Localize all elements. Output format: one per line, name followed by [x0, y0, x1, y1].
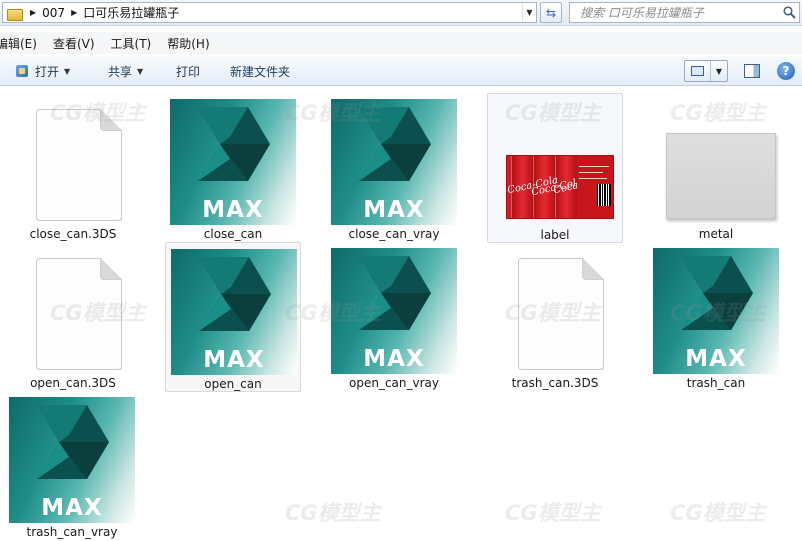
- refresh-icon: ⇆: [545, 5, 557, 20]
- help-icon[interactable]: ?: [777, 62, 795, 80]
- 3dsmax-icon: MAX: [653, 248, 779, 374]
- file-name: trash_can_vray: [26, 525, 118, 539]
- file-name: trash_can: [686, 376, 746, 390]
- watermark: CG模型主: [670, 501, 766, 525]
- 3dsmax-icon: MAX: [331, 99, 457, 225]
- watermark: CG模型主: [285, 501, 381, 525]
- menu-help[interactable]: 帮助(H): [167, 35, 209, 52]
- coke-label-image: Coca-Cola Coca-Cola Coca-Cola: [506, 155, 614, 219]
- file-item[interactable]: MAX trash_can: [648, 242, 784, 392]
- file-name: trash_can.3DS: [511, 376, 599, 390]
- chevron-down-icon: ▼: [137, 66, 144, 76]
- file-list: close_can.3DS MAX close_can MAX close_ca…: [0, 87, 802, 539]
- watermark: CG模型主: [505, 501, 601, 525]
- file-item[interactable]: open_can.3DS: [5, 242, 141, 392]
- file-item-selected[interactable]: Coca-Cola Coca-Cola Coca-Cola label: [487, 93, 623, 243]
- address-bar[interactable]: ▶ 007 ▶ 口可乐易拉罐瓶子 ▼: [2, 2, 537, 23]
- file-item[interactable]: MAX close_can: [165, 93, 301, 243]
- new-folder-label: 新建文件夹: [230, 64, 291, 79]
- view-dropdown-icon[interactable]: ▼: [711, 67, 727, 76]
- file-name: label: [540, 228, 570, 242]
- document-icon: [492, 248, 618, 374]
- file-name: open_can: [204, 377, 262, 391]
- address-dropdown-icon[interactable]: ▼: [522, 3, 536, 22]
- search-placeholder: 搜索 口可乐易拉罐瓶子: [580, 6, 704, 20]
- refresh-button[interactable]: ⇆: [540, 2, 562, 23]
- 3dsmax-icon: MAX: [331, 248, 457, 374]
- share-button[interactable]: 共享 ▼: [108, 62, 143, 80]
- address-bar-row: ▶ 007 ▶ 口可乐易拉罐瓶子 ▼ ⇆ 搜索 口可乐易拉罐瓶子: [0, 0, 802, 26]
- open-button[interactable]: 打开 ▼: [15, 62, 70, 80]
- menu-view[interactable]: 查看(V): [53, 35, 95, 52]
- share-label: 共享: [108, 64, 133, 79]
- file-item[interactable]: metal: [648, 93, 784, 243]
- open-icon: [15, 64, 30, 78]
- folder-icon: [7, 7, 23, 21]
- file-item-hover[interactable]: MAX open_can: [165, 242, 301, 392]
- file-name: close_can: [203, 227, 263, 241]
- document-icon: [10, 99, 136, 225]
- file-name: open_can_vray: [349, 376, 439, 390]
- view-mode-icon[interactable]: [685, 61, 711, 81]
- file-item[interactable]: close_can.3DS: [5, 93, 141, 243]
- print-button[interactable]: 打印: [176, 62, 200, 80]
- file-item[interactable]: MAX close_can_vray: [326, 93, 462, 243]
- breadcrumb-arrow-icon[interactable]: ▶: [30, 8, 36, 17]
- 3dsmax-icon: MAX: [170, 99, 296, 225]
- menu-bar: 编辑(E) 查看(V) 工具(T) 帮助(H): [0, 32, 802, 54]
- menu-tools[interactable]: 工具(T): [111, 35, 152, 52]
- open-label: 打开: [35, 64, 60, 79]
- file-name: close_can_vray: [348, 227, 440, 241]
- image-thumbnail: Coca-Cola Coca-Cola Coca-Cola: [493, 100, 619, 226]
- search-input[interactable]: 搜索 口可乐易拉罐瓶子: [569, 2, 800, 23]
- breadcrumb-arrow-icon[interactable]: ▶: [71, 8, 77, 17]
- change-view-button[interactable]: ▼: [684, 60, 728, 82]
- new-folder-button[interactable]: 新建文件夹: [230, 62, 290, 80]
- breadcrumb-007[interactable]: 007: [42, 6, 65, 20]
- file-item[interactable]: trash_can.3DS: [487, 242, 623, 392]
- file-item[interactable]: MAX open_can_vray: [326, 242, 462, 392]
- menu-edit[interactable]: 编辑(E): [0, 35, 37, 52]
- breadcrumb-current-folder[interactable]: 口可乐易拉罐瓶子: [83, 4, 179, 21]
- file-item[interactable]: MAX trash_can_vray: [4, 391, 140, 541]
- document-icon: [10, 248, 136, 374]
- print-label: 打印: [176, 64, 201, 79]
- search-icon[interactable]: [779, 3, 799, 22]
- chevron-down-icon: ▼: [64, 66, 71, 76]
- file-name: close_can.3DS: [29, 227, 117, 241]
- 3dsmax-icon: MAX: [9, 397, 135, 523]
- preview-pane-icon[interactable]: [744, 64, 760, 78]
- command-bar: 打开 ▼ 共享 ▼ 打印 新建文件夹 ▼ ?: [0, 55, 802, 86]
- 3dsmax-icon: MAX: [171, 249, 297, 375]
- file-name: metal: [698, 227, 734, 241]
- metal-texture-image: [666, 133, 776, 219]
- image-thumbnail: [653, 99, 779, 225]
- file-name: open_can.3DS: [30, 376, 116, 390]
